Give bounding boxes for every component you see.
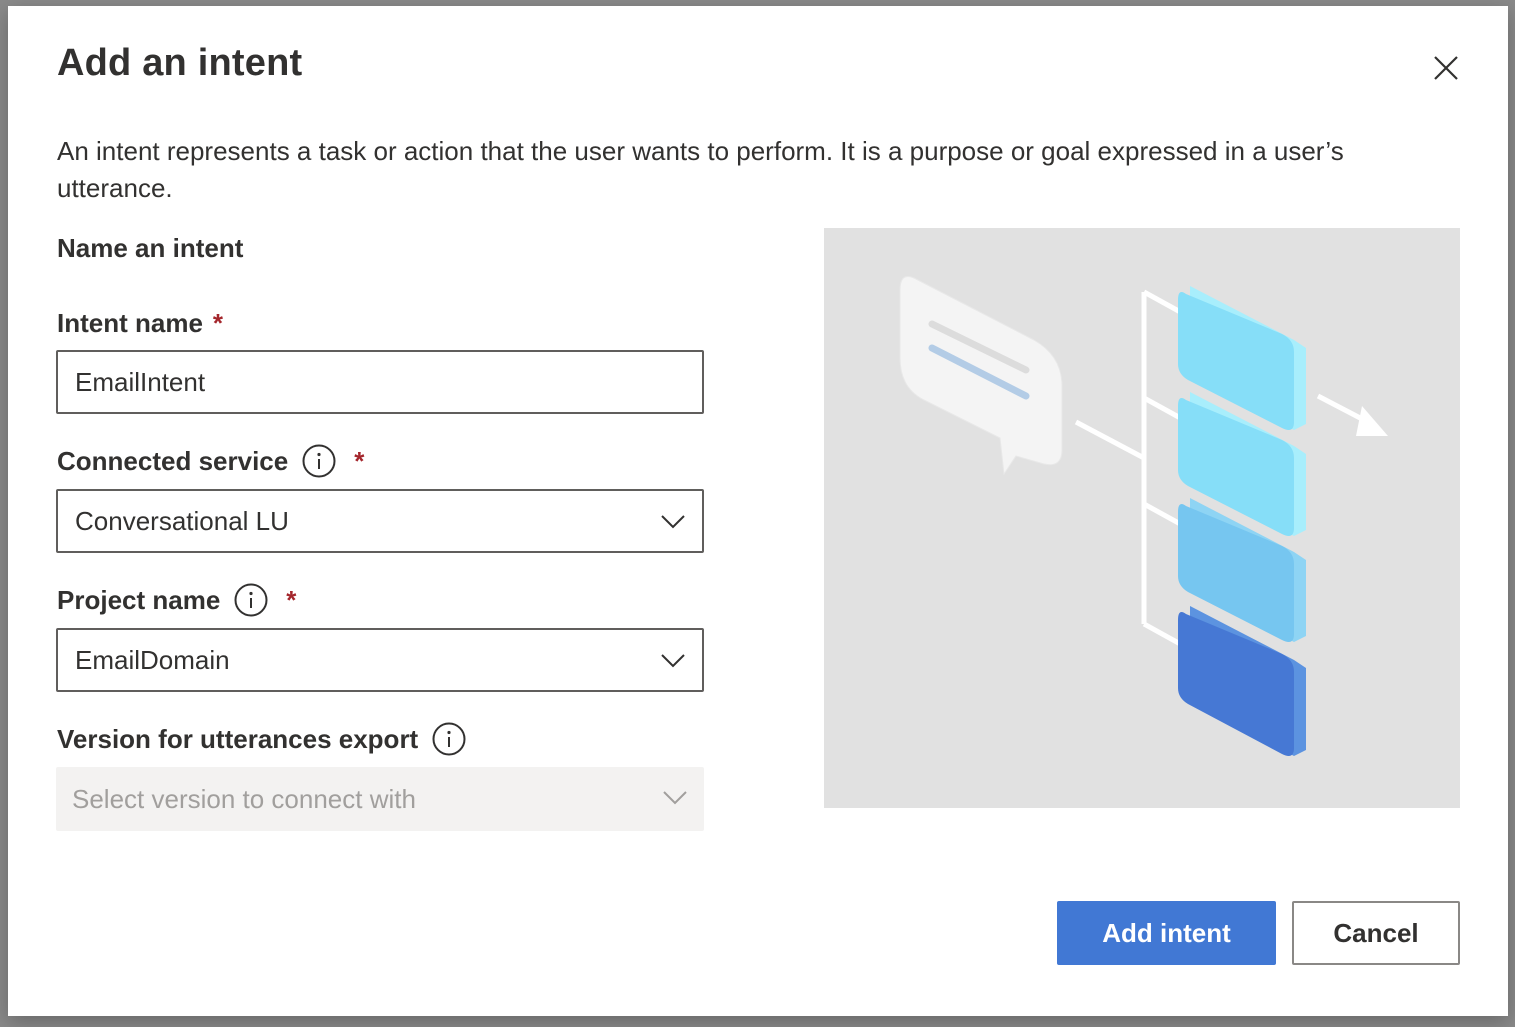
add-intent-dialog: Add an intent An intent represents a tas… bbox=[8, 6, 1508, 1016]
info-icon[interactable] bbox=[302, 444, 336, 478]
close-button[interactable] bbox=[1428, 50, 1464, 86]
chevron-down-icon bbox=[661, 515, 685, 529]
version-label: Version for utterances export bbox=[57, 722, 466, 756]
project-name-value: EmailDomain bbox=[75, 644, 230, 675]
project-name-dropdown[interactable]: EmailDomain bbox=[56, 628, 704, 692]
connected-service-value: Conversational LU bbox=[75, 505, 289, 536]
close-icon bbox=[1434, 56, 1458, 80]
intent-name-input[interactable]: EmailIntent bbox=[56, 350, 704, 414]
cancel-button[interactable]: Cancel bbox=[1292, 901, 1460, 965]
illustration-graphic bbox=[899, 276, 1388, 756]
add-intent-button[interactable]: Add intent bbox=[1057, 901, 1276, 965]
connected-service-label-text: Connected service bbox=[57, 445, 289, 476]
connected-service-dropdown[interactable]: Conversational LU bbox=[56, 489, 704, 553]
section-title: Name an intent bbox=[57, 233, 244, 263]
intent-illustration bbox=[824, 228, 1460, 808]
dialog-title: Add an intent bbox=[57, 42, 303, 84]
intent-name-value: EmailIntent bbox=[75, 366, 206, 397]
info-icon[interactable] bbox=[432, 722, 466, 756]
connected-service-label: Connected service * bbox=[57, 444, 364, 478]
version-dropdown: Select version to connect with bbox=[56, 767, 704, 831]
required-mark: * bbox=[354, 445, 365, 476]
project-name-label-text: Project name bbox=[57, 584, 221, 615]
project-name-label: Project name * bbox=[57, 583, 296, 617]
intent-name-label: Intent name * bbox=[57, 308, 223, 339]
required-mark: * bbox=[286, 584, 297, 615]
intent-name-label-text: Intent name bbox=[57, 308, 203, 338]
chevron-down-icon bbox=[661, 654, 685, 668]
version-placeholder: Select version to connect with bbox=[72, 783, 416, 814]
dialog-description: An intent represents a task or action th… bbox=[57, 136, 1344, 203]
chevron-down-icon bbox=[663, 791, 687, 805]
version-label-text: Version for utterances export bbox=[57, 723, 419, 754]
info-icon[interactable] bbox=[234, 583, 268, 617]
required-mark: * bbox=[212, 308, 224, 338]
